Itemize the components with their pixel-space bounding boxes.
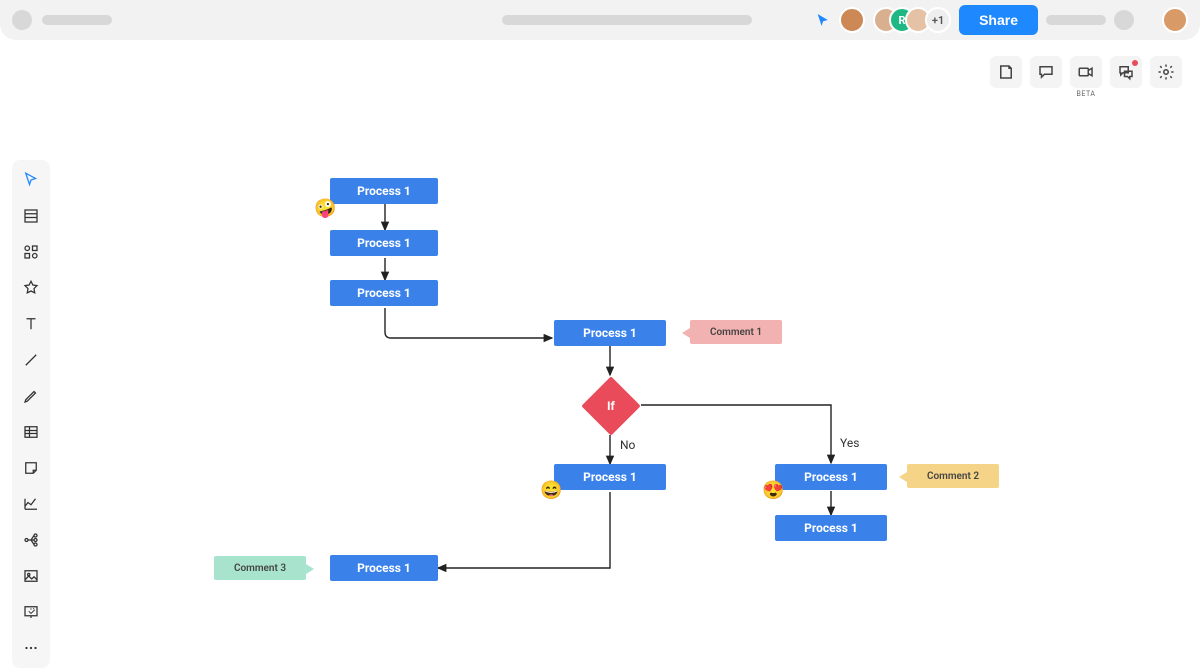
node-label: Process 1 xyxy=(357,184,411,198)
node-process[interactable]: Process 1 xyxy=(775,515,887,541)
tool-more[interactable] xyxy=(17,634,45,662)
node-process[interactable]: Process 1 xyxy=(554,464,666,490)
node-label: Process 1 xyxy=(804,521,858,535)
node-process[interactable]: Process 1 xyxy=(775,464,887,490)
comment-tail-icon xyxy=(899,472,907,482)
comment-tail-icon xyxy=(682,328,690,338)
comment-bubble[interactable]: Comment 2 xyxy=(907,464,999,488)
comment-text: Comment 3 xyxy=(234,563,286,574)
node-process[interactable]: Process 1 xyxy=(554,320,666,346)
emoji-reaction[interactable]: 🤪 xyxy=(314,198,336,220)
presence-overflow-count[interactable]: +1 xyxy=(925,7,951,33)
comment-text: Comment 1 xyxy=(710,327,762,338)
presence-avatar-group: R +1 xyxy=(873,7,951,33)
node-label: Process 1 xyxy=(583,470,637,484)
title-placeholder xyxy=(42,15,112,25)
node-label: Process 1 xyxy=(357,286,411,300)
node-label: Process 1 xyxy=(357,236,411,250)
emoji-reaction[interactable]: 😍 xyxy=(762,480,784,502)
share-button[interactable]: Share xyxy=(959,5,1038,35)
edge-label-no: No xyxy=(620,438,635,452)
presence-cursor-icon xyxy=(815,12,831,28)
emoji-reaction[interactable]: 😄 xyxy=(540,480,562,502)
diagram-canvas[interactable]: Process 1 Process 1 Process 1 Process 1 … xyxy=(0,40,1200,630)
comment-text: Comment 2 xyxy=(927,471,979,482)
edge-label-yes: Yes xyxy=(840,436,859,450)
node-label: If xyxy=(607,399,615,413)
comment-bubble[interactable]: Comment 1 xyxy=(690,320,782,344)
node-label: Process 1 xyxy=(804,470,858,484)
center-placeholder xyxy=(502,15,752,25)
node-decision[interactable]: If xyxy=(581,376,640,435)
node-label: Process 1 xyxy=(583,326,637,340)
menu-placeholder-icon xyxy=(12,10,32,30)
toolbar-placeholder xyxy=(1046,15,1106,25)
user-avatar[interactable] xyxy=(1162,7,1188,33)
node-process[interactable]: Process 1 xyxy=(330,280,438,306)
comment-tail-icon xyxy=(306,564,314,574)
node-process[interactable]: Process 1 xyxy=(330,555,438,581)
comment-bubble[interactable]: Comment 3 xyxy=(214,556,306,580)
node-process[interactable]: Process 1 xyxy=(330,178,438,204)
node-process[interactable]: Process 1 xyxy=(330,230,438,256)
toolbar-icon-placeholder xyxy=(1114,10,1134,30)
presence-avatar-primary[interactable] xyxy=(839,7,865,33)
node-label: Process 1 xyxy=(357,561,411,575)
presence-section: R +1 Share xyxy=(815,5,1188,35)
top-toolbar: R +1 Share xyxy=(0,0,1200,40)
